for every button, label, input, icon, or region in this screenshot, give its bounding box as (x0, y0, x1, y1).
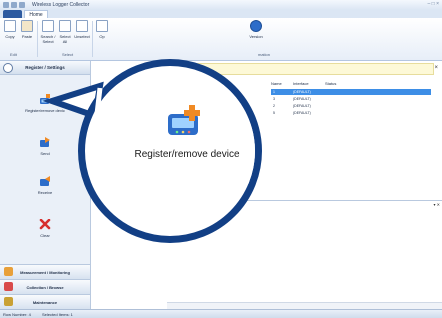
callout-pointer-join (94, 87, 103, 115)
zoom-callout: Register/remove device (0, 0, 442, 317)
